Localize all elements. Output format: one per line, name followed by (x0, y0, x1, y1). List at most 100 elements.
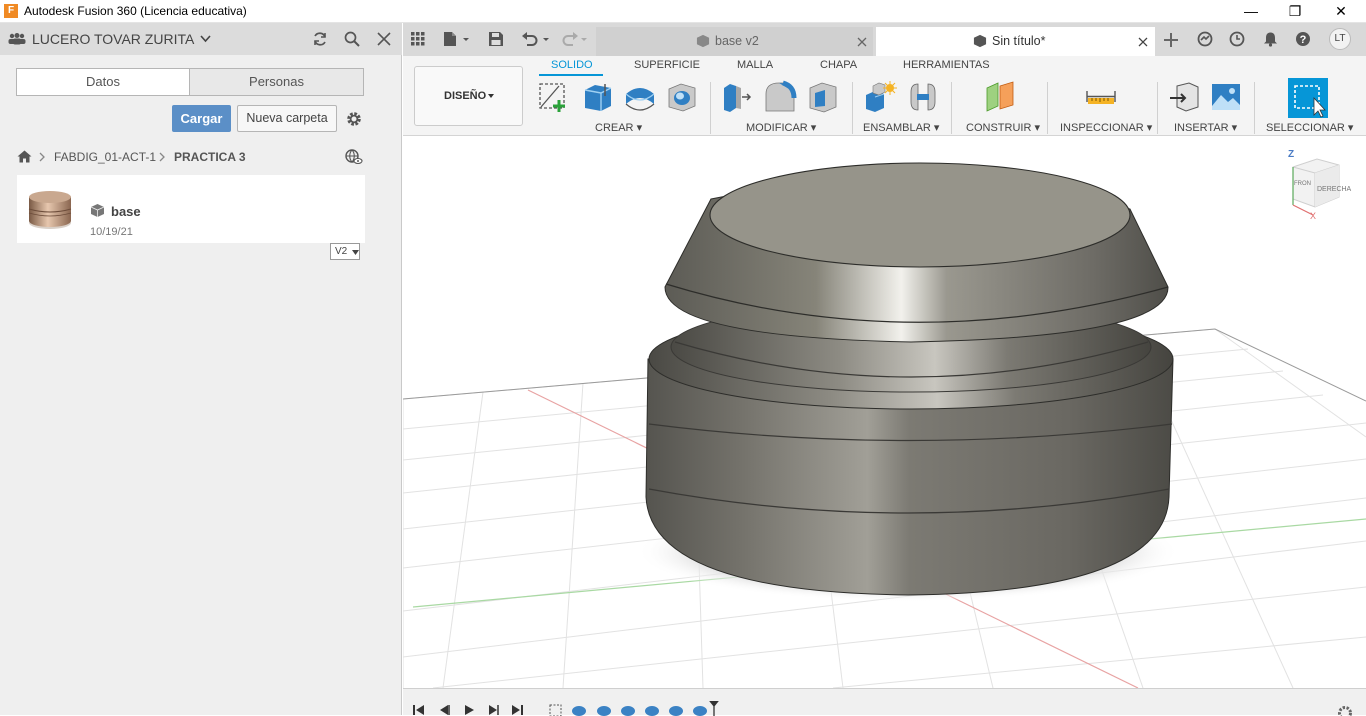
upload-button[interactable]: Cargar (172, 105, 231, 132)
toolbar-ribbon: DISEÑO SOLIDO SUPERFICIE MALLA CHAPA HER… (403, 56, 1366, 136)
create-sketch-icon[interactable] (537, 80, 571, 114)
timeline-bar (403, 688, 1366, 715)
play-icon[interactable] (463, 705, 475, 715)
close-panel-icon[interactable] (377, 32, 391, 46)
help-icon[interactable]: ? (1295, 31, 1311, 47)
press-pull-icon[interactable] (720, 80, 754, 114)
model-top-face (710, 163, 1130, 267)
file-thumbnail[interactable] (26, 185, 74, 231)
select-icon[interactable] (1288, 78, 1328, 118)
undo-icon[interactable] (521, 31, 551, 47)
data-panel: LUCERO TOVAR ZURITA Datos Personas Carga… (0, 23, 402, 715)
go-to-start-icon[interactable] (413, 705, 425, 715)
file-menu-icon[interactable] (443, 31, 471, 47)
breadcrumb-project[interactable]: FABDIG_01-ACT-1 (54, 150, 156, 164)
group-ensamblar[interactable]: ENSAMBLAR ▾ (863, 121, 939, 134)
group-seleccionar[interactable]: SELECCIONAR ▾ (1266, 121, 1353, 134)
tab-label: Sin título* (992, 27, 1046, 55)
revolve-icon[interactable] (623, 80, 657, 114)
version-label: V2 (335, 246, 347, 257)
refresh-icon[interactable] (312, 31, 328, 47)
new-folder-button[interactable]: Nueva carpeta (237, 105, 337, 132)
insert-canvas-icon[interactable] (1209, 80, 1243, 114)
document-tab-bar: base v2 Sin título* ? LT (403, 23, 1366, 56)
globe-view-icon[interactable] (345, 149, 363, 165)
caret-down-icon (352, 250, 359, 255)
tab-solido[interactable]: SOLIDO (551, 59, 593, 71)
svg-text:?: ? (1300, 34, 1307, 46)
model-canvas[interactable] (403, 137, 1366, 688)
account-avatar[interactable]: LT (1329, 28, 1351, 50)
file-date: 10/19/21 (90, 226, 133, 238)
workspace-switcher[interactable]: DISEÑO (414, 66, 523, 126)
redo-icon[interactable] (559, 31, 589, 47)
viewcube-face-front[interactable]: FRON (1294, 181, 1311, 187)
breadcrumb-chevron-icon (39, 152, 45, 162)
timeline-features[interactable] (548, 701, 723, 716)
tab-sin-titulo[interactable]: Sin título* (876, 27, 1155, 56)
search-icon[interactable] (344, 31, 360, 47)
joint-icon[interactable] (906, 80, 940, 114)
gear-icon[interactable] (345, 110, 363, 128)
viewcube-z-label: Z (1288, 149, 1294, 160)
group-modificar[interactable]: MODIFICAR ▾ (746, 121, 816, 134)
group-inspeccionar[interactable]: INSPECCIONAR ▾ (1060, 121, 1152, 134)
team-icon[interactable] (8, 33, 26, 45)
tab-label: base v2 (715, 27, 759, 55)
caret-down-icon (488, 94, 494, 98)
home-icon[interactable] (17, 150, 32, 163)
step-forward-icon[interactable] (487, 705, 499, 715)
tab-personas[interactable]: Personas (189, 68, 364, 96)
tab-herramientas[interactable]: HERRAMIENTAS (903, 59, 990, 71)
shell-icon[interactable] (806, 80, 840, 114)
step-back-icon[interactable] (438, 705, 450, 715)
new-component-icon[interactable] (863, 80, 897, 114)
fillet-icon[interactable] (763, 80, 797, 114)
viewcube-x-label: X (1310, 211, 1316, 221)
grid-menu-icon[interactable] (411, 32, 425, 46)
tab-malla[interactable]: MALLA (737, 59, 773, 71)
group-insertar[interactable]: INSERTAR ▾ (1174, 121, 1237, 134)
job-status-clock-icon[interactable] (1229, 31, 1245, 47)
file-name[interactable]: base (111, 204, 141, 219)
viewcube[interactable]: Z X DERECHA FRON (1283, 145, 1363, 231)
active-tab-underline (539, 74, 603, 76)
data-panel-header: LUCERO TOVAR ZURITA (0, 23, 402, 55)
construction-plane-icon[interactable] (983, 80, 1017, 114)
viewcube-face-derecha[interactable]: DERECHA (1317, 186, 1351, 193)
fusion-app-icon: F (4, 4, 18, 18)
insert-derive-icon[interactable] (1167, 80, 1201, 114)
team-user-name[interactable]: LUCERO TOVAR ZURITA (32, 31, 194, 47)
workspace-label: DISEÑO (444, 90, 486, 102)
extensions-icon[interactable] (1197, 31, 1213, 47)
group-crear[interactable]: CREAR ▾ (595, 121, 642, 134)
save-icon[interactable] (488, 31, 504, 47)
list-item[interactable]: base 10/19/21 V2 (17, 175, 365, 243)
breadcrumb-chevron-icon (159, 152, 165, 162)
minimize-button[interactable]: — (1228, 0, 1274, 23)
go-to-end-icon[interactable] (511, 705, 523, 715)
tab-datos[interactable]: Datos (16, 68, 190, 96)
measure-icon[interactable] (1084, 80, 1118, 114)
design-file-icon (90, 203, 105, 218)
hole-icon[interactable] (665, 80, 699, 114)
close-tab-icon[interactable] (857, 37, 867, 47)
close-tab-icon[interactable] (1138, 37, 1148, 47)
tab-base-v2[interactable]: base v2 (596, 27, 873, 56)
design-file-icon (696, 34, 710, 48)
canvas-viewport[interactable]: Z X DERECHA FRON (403, 137, 1366, 688)
version-dropdown[interactable]: V2 (330, 243, 360, 260)
new-tab-plus-icon[interactable] (1163, 32, 1179, 48)
notifications-bell-icon[interactable] (1263, 31, 1278, 47)
chevron-down-icon[interactable] (200, 35, 211, 43)
tab-superficie[interactable]: SUPERFICIE (634, 59, 700, 71)
maximize-button[interactable]: ❐ (1272, 0, 1318, 23)
extrude-icon[interactable] (581, 80, 615, 114)
breadcrumb-folder[interactable]: PRACTICA 3 (174, 150, 246, 164)
title-bar: F Autodesk Fusion 360 (Licencia educativ… (0, 0, 1366, 23)
close-window-button[interactable]: ✕ (1318, 0, 1364, 23)
tab-chapa[interactable]: CHAPA (820, 59, 857, 71)
group-construir[interactable]: CONSTRUIR ▾ (966, 121, 1040, 134)
design-file-icon (973, 34, 987, 48)
timeline-settings-gear-icon[interactable] (1337, 705, 1353, 716)
